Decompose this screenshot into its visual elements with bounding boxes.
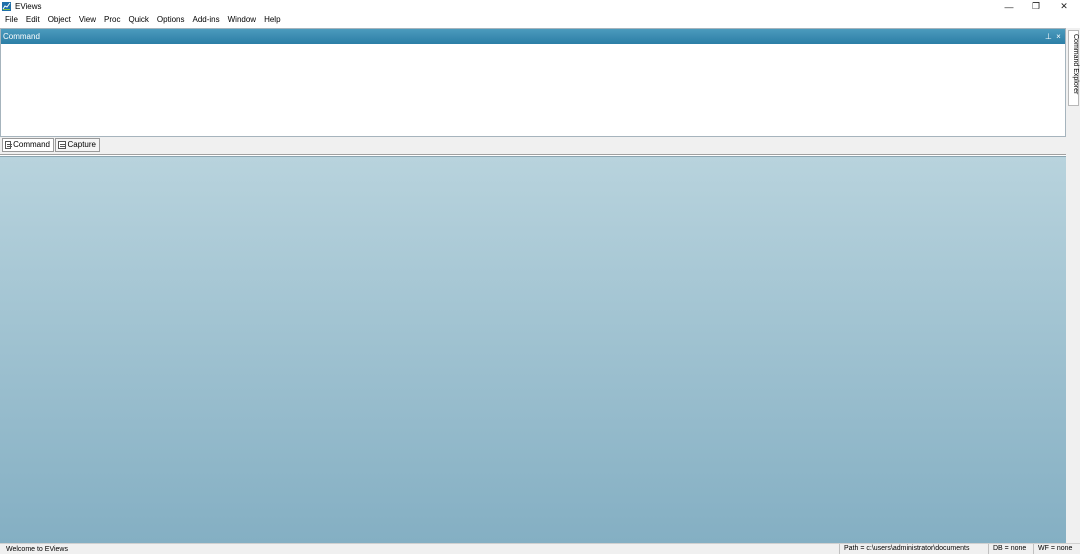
- menu-window[interactable]: Window: [224, 13, 260, 27]
- menu-file[interactable]: File: [0, 13, 22, 27]
- pin-icon[interactable]: ⊥: [1044, 31, 1053, 42]
- tab-command-label: Command: [13, 140, 50, 149]
- title-bar: EViews — ❐ ✕: [0, 0, 1080, 13]
- tab-capture[interactable]: Capture: [55, 138, 100, 152]
- status-wf[interactable]: WF = none: [1033, 544, 1080, 554]
- restore-button[interactable]: ❐: [1023, 0, 1049, 13]
- menu-proc[interactable]: Proc: [100, 13, 124, 27]
- command-explorer-tab[interactable]: Command Explorer: [1068, 30, 1079, 106]
- status-db[interactable]: DB = none: [988, 544, 1033, 554]
- command-input-area[interactable]: [1, 44, 1065, 136]
- command-pane-header: Command ⊥ ×: [1, 29, 1065, 44]
- status-message: Welcome to EViews: [6, 546, 68, 553]
- command-pane-title: Command: [3, 32, 40, 41]
- close-icon: ✕: [1060, 1, 1068, 11]
- close-button[interactable]: ✕: [1051, 0, 1077, 13]
- command-window-icon: [5, 141, 13, 149]
- tab-capture-label: Capture: [67, 140, 96, 149]
- command-explorer-label: Command Explorer: [1072, 34, 1079, 95]
- menu-view[interactable]: View: [75, 13, 100, 27]
- status-path[interactable]: Path = c:\users\administrator\documents: [839, 544, 989, 554]
- eviews-logo-icon: [2, 2, 11, 11]
- command-pane: Command ⊥ ×: [0, 28, 1066, 137]
- menu-help[interactable]: Help: [260, 13, 284, 27]
- status-bar: Welcome to EViews Path = c:\users\admini…: [0, 543, 1080, 554]
- eviews-window: EViews — ❐ ✕ File Edit Object View Proc …: [0, 0, 1080, 554]
- tab-command[interactable]: Command: [2, 138, 54, 152]
- minimize-button[interactable]: —: [996, 0, 1022, 13]
- menu-options[interactable]: Options: [153, 13, 189, 27]
- minimize-icon: —: [1004, 1, 1014, 12]
- menu-edit[interactable]: Edit: [22, 13, 44, 27]
- capture-window-icon: [58, 141, 66, 149]
- menu-add-ins[interactable]: Add-ins: [189, 13, 224, 27]
- window-title: EViews: [15, 2, 42, 11]
- menu-quick[interactable]: Quick: [124, 13, 152, 27]
- menu-object[interactable]: Object: [44, 13, 75, 27]
- restore-icon: ❐: [1031, 1, 1041, 11]
- menu-bar: File Edit Object View Proc Quick Options…: [0, 13, 1080, 27]
- pane-close-icon[interactable]: ×: [1054, 31, 1063, 42]
- mdi-workspace[interactable]: [0, 156, 1066, 543]
- pane-tab-strip: Command Capture: [0, 137, 1066, 155]
